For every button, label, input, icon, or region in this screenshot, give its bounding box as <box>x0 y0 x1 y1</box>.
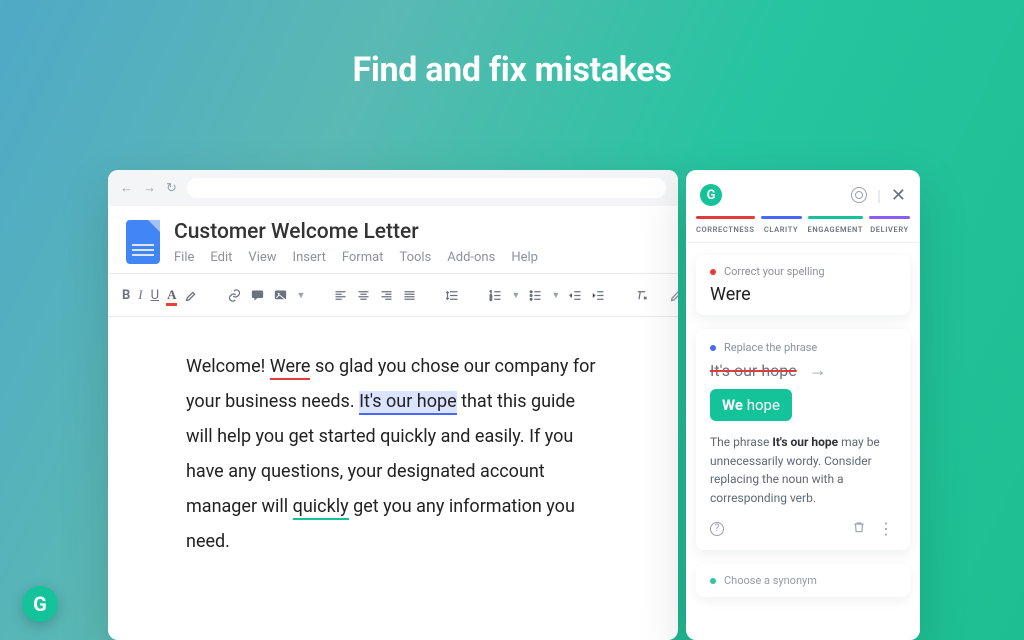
browser-window: ← → ↻ Customer Welcome Letter File Edit … <box>108 170 678 640</box>
highlight-icon[interactable] <box>184 288 199 303</box>
image-dropdown-icon[interactable]: ▼ <box>296 290 305 301</box>
engagement-issue[interactable]: quickly <box>293 496 349 520</box>
underline-icon[interactable]: U <box>151 288 159 303</box>
replacement-chip[interactable]: We hope <box>710 389 792 421</box>
card-title: Correct your spelling <box>724 265 825 278</box>
address-bar[interactable] <box>187 178 666 198</box>
card-description: The phrase It's our hope may be unnecess… <box>710 433 896 507</box>
align-left-icon[interactable] <box>333 288 348 303</box>
grammarly-fab-icon[interactable]: G <box>22 586 58 622</box>
menu-addons[interactable]: Add-ons <box>447 250 495 265</box>
nav-reload-icon[interactable]: ↻ <box>166 181 177 196</box>
bullet-list-icon[interactable] <box>528 288 543 303</box>
suggestion-card-replace[interactable]: Replace the phrase It's our hope → We ho… <box>696 329 910 550</box>
grammarly-panel: G | ✕ CORRECTNESS CLARITY ENGAGEMENT DEL… <box>686 170 920 640</box>
svg-text:3: 3 <box>490 297 492 301</box>
align-justify-icon[interactable] <box>402 288 417 303</box>
card-title: Replace the phrase <box>724 341 817 354</box>
menu-format[interactable]: Format <box>342 250 384 265</box>
numbered-list-icon[interactable]: 123 <box>488 288 503 303</box>
link-icon[interactable] <box>227 288 242 303</box>
arrow-right-icon: → <box>809 360 827 381</box>
spelling-error[interactable]: Were <box>270 356 311 380</box>
body-text: Welcome! <box>186 356 270 377</box>
tab-correctness[interactable]: CORRECTNESS <box>696 216 755 234</box>
clear-formatting-icon[interactable] <box>634 288 649 303</box>
hero-headline: Find and fix mistakes <box>0 50 1024 90</box>
tab-delivery[interactable]: DELIVERY <box>869 216 910 234</box>
italic-icon[interactable]: I <box>138 287 142 303</box>
editing-mode-icon[interactable] <box>669 288 678 303</box>
menu-help[interactable]: Help <box>511 250 538 265</box>
card-title: Choose a synonym <box>724 574 817 587</box>
nav-forward-icon[interactable]: → <box>143 180 156 196</box>
tab-clarity[interactable]: CLARITY <box>761 216 802 234</box>
menu-bar: File Edit View Insert Format Tools Add-o… <box>174 250 660 265</box>
original-phrase: It's our hope <box>710 361 797 380</box>
menu-view[interactable]: View <box>248 250 276 265</box>
browser-toolbar: ← → ↻ <box>108 170 678 206</box>
close-icon[interactable]: ✕ <box>891 185 906 206</box>
google-docs-icon <box>126 220 160 264</box>
align-center-icon[interactable] <box>356 288 371 303</box>
formatting-toolbar: B I U A ▼ <box>108 273 678 317</box>
card-word: Were <box>710 284 896 305</box>
indent-icon[interactable] <box>591 288 606 303</box>
trash-icon[interactable] <box>852 519 866 538</box>
menu-tools[interactable]: Tools <box>399 250 431 265</box>
list-dropdown-icon[interactable]: ▼ <box>511 290 520 301</box>
help-icon[interactable]: ? <box>710 522 724 536</box>
document-title[interactable]: Customer Welcome Letter <box>174 220 660 244</box>
menu-edit[interactable]: Edit <box>210 250 232 265</box>
category-tabs: CORRECTNESS CLARITY ENGAGEMENT DELIVERY <box>686 216 920 243</box>
suggestion-card-spelling[interactable]: Correct your spelling Were <box>696 255 910 315</box>
suggestion-card-synonym[interactable]: Choose a synonym <box>696 564 910 597</box>
text-color-icon[interactable]: A <box>167 287 176 303</box>
menu-file[interactable]: File <box>174 250 194 265</box>
more-icon[interactable]: ⋮ <box>878 519 896 538</box>
bold-icon[interactable]: B <box>122 288 130 303</box>
align-right-icon[interactable] <box>379 288 394 303</box>
menu-insert[interactable]: Insert <box>293 250 326 265</box>
nav-back-icon[interactable]: ← <box>120 180 133 196</box>
document-body[interactable]: Welcome! Were so glad you chose our comp… <box>108 317 678 580</box>
outdent-icon[interactable] <box>568 288 583 303</box>
line-spacing-icon[interactable] <box>445 288 460 303</box>
clarity-issue[interactable]: It's our hope <box>359 391 457 415</box>
image-icon[interactable] <box>273 288 288 303</box>
goals-icon[interactable] <box>851 187 867 203</box>
comment-icon[interactable] <box>250 288 265 303</box>
tab-engagement[interactable]: ENGAGEMENT <box>808 216 864 234</box>
grammarly-logo-icon: G <box>700 184 722 206</box>
bullet-dropdown-icon[interactable]: ▼ <box>551 290 560 301</box>
